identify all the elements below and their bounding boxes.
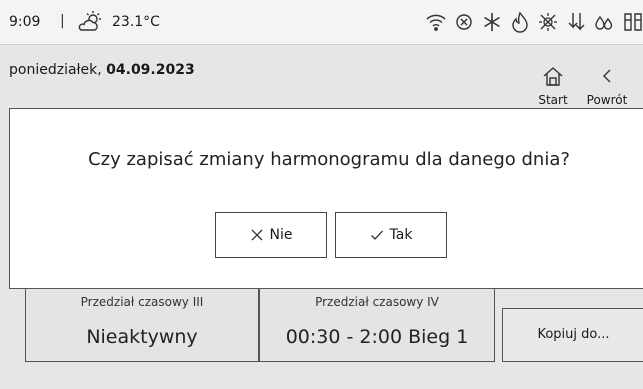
- period-panel-3[interactable]: Przedział czasowy III Nieaktywny: [25, 285, 259, 362]
- period-title: Przedział czasowy III: [80, 295, 204, 309]
- period-title: Przedział czasowy IV: [315, 295, 439, 309]
- no-label: Nie: [269, 227, 293, 243]
- start-label: Start: [538, 93, 568, 107]
- status-icons: [425, 10, 643, 34]
- start-button[interactable]: Start: [523, 65, 583, 110]
- clock: 9:09: [9, 14, 41, 30]
- period-value: 00:30 - 2:00 Bieg 1: [285, 326, 469, 348]
- circle-x-icon: [453, 10, 475, 34]
- sun-cross-icon: [537, 10, 559, 34]
- close-icon: [251, 229, 262, 241]
- arrows-down-icon: [565, 10, 587, 34]
- back-label: Powrót: [586, 93, 628, 107]
- confirm-dialog: Czy zapisać zmiany harmonogramu dla dane…: [9, 108, 643, 289]
- water-drops-icon: [593, 10, 615, 34]
- partly-cloudy-icon: [77, 10, 103, 34]
- temperature-readout: 23.1°C: [112, 14, 160, 30]
- checkmark-icon: [370, 230, 383, 240]
- period-value: Nieaktywny: [86, 326, 198, 348]
- back-button[interactable]: Powrót: [577, 65, 637, 110]
- home-icon: [543, 67, 563, 86]
- date-value: 04.09.2023: [106, 62, 195, 78]
- flame-icon: [509, 10, 531, 34]
- snowflake-icon: [481, 10, 503, 34]
- copy-to-button[interactable]: Kopiuj do...: [502, 308, 643, 362]
- weekday-label: poniedziałek,: [9, 62, 102, 78]
- status-separator: |: [60, 13, 65, 29]
- filter-icon: [621, 10, 643, 34]
- period-panel-4[interactable]: Przedział czasowy IV 00:30 - 2:00 Bieg 1: [259, 285, 495, 362]
- no-button[interactable]: Nie: [215, 212, 327, 258]
- yes-button[interactable]: Tak: [335, 212, 447, 258]
- date-display: poniedziałek, 04.09.2023: [9, 62, 195, 78]
- chevron-left-icon: [603, 69, 611, 83]
- wifi-icon: [425, 10, 447, 34]
- status-bar: 9:09 | 23.1°C: [0, 0, 643, 45]
- yes-label: Tak: [389, 227, 413, 243]
- dialog-question: Czy zapisać zmiany harmonogramu dla dane…: [88, 149, 570, 170]
